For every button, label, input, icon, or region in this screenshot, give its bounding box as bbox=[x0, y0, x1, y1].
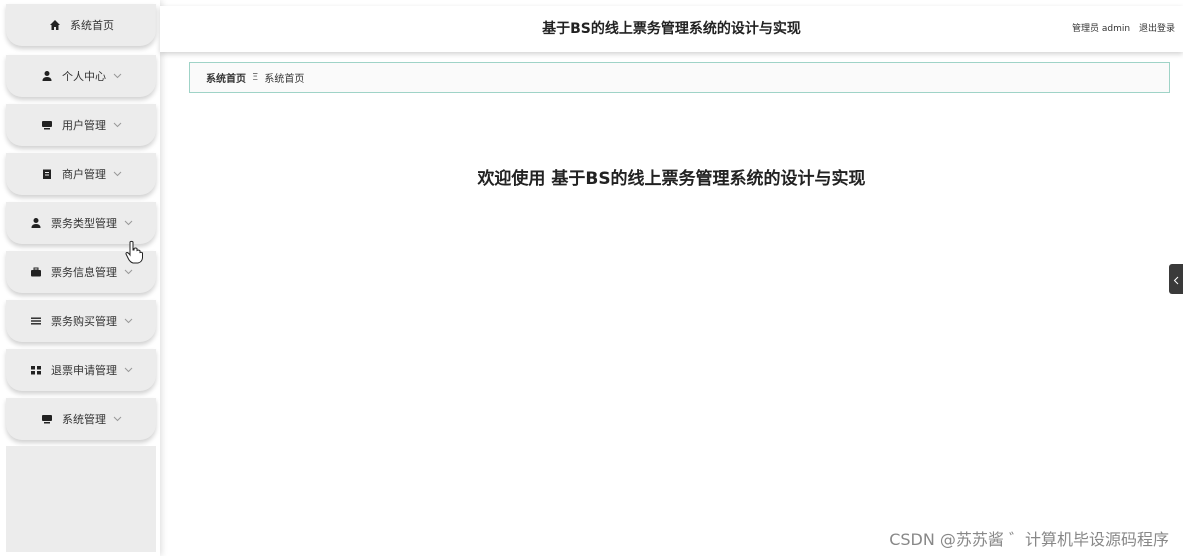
sidebar-filler bbox=[6, 446, 156, 552]
watermark-text: CSDN @苏苏酱 ゛计算机毕设源码程序 bbox=[889, 530, 1169, 549]
header-user-area: 管理员 admin 退出登录 bbox=[1066, 6, 1175, 52]
sidebar-item-ticket-types[interactable]: 票务类型管理 bbox=[6, 202, 156, 244]
sidebar-item-label: 系统管理 bbox=[62, 413, 106, 426]
top-header: 基于BS的线上票务管理系统的设计与实现 管理员 admin 退出登录 bbox=[160, 6, 1183, 52]
chevron-down-icon bbox=[112, 120, 122, 130]
sidebar: 系统首页 个人中心 用户管理 商户管理 票务类型管理 票务信息管理 票务购买管理… bbox=[0, 0, 160, 556]
list-icon bbox=[29, 314, 43, 328]
sidebar-item-ticket-purchase[interactable]: 票务购买管理 bbox=[6, 300, 156, 342]
welcome-heading: 欢迎使用 基于BS的线上票务管理系统的设计与实现 bbox=[477, 169, 866, 189]
sidebar-item-label: 票务购买管理 bbox=[51, 315, 117, 328]
chevron-down-icon bbox=[112, 71, 122, 81]
grid-icon bbox=[29, 363, 43, 377]
breadcrumb-current: 系统首页 bbox=[264, 74, 305, 85]
sidebar-item-label: 系统首页 bbox=[70, 19, 114, 32]
chevron-down-icon bbox=[112, 169, 122, 179]
user-icon bbox=[29, 216, 43, 230]
briefcase-icon bbox=[29, 265, 43, 279]
panel-collapse-handle[interactable] bbox=[1169, 264, 1183, 294]
breadcrumb: 系统首页 Ξ 系统首页 bbox=[189, 62, 1170, 93]
sidebar-item-label: 票务信息管理 bbox=[51, 266, 117, 279]
sidebar-item-users[interactable]: 用户管理 bbox=[6, 104, 156, 146]
clipboard-icon bbox=[40, 167, 54, 181]
sidebar-item-home[interactable]: 系统首页 bbox=[6, 4, 156, 46]
sidebar-item-system[interactable]: 系统管理 bbox=[6, 398, 156, 440]
sidebar-item-refund-requests[interactable]: 退票申请管理 bbox=[6, 349, 156, 391]
chevron-down-icon bbox=[123, 218, 133, 228]
chevron-down-icon bbox=[123, 365, 133, 375]
page-title: 基于BS的线上票务管理系统的设计与实现 bbox=[542, 21, 801, 37]
sidebar-item-profile[interactable]: 个人中心 bbox=[6, 55, 156, 97]
breadcrumb-separator: Ξ bbox=[252, 72, 259, 83]
pointer-cursor-icon bbox=[124, 240, 144, 268]
sidebar-item-label: 用户管理 bbox=[62, 119, 106, 132]
admin-user-label: 管理员 admin bbox=[1072, 24, 1131, 34]
logout-link[interactable]: 退出登录 bbox=[1139, 24, 1175, 34]
chevron-left-icon bbox=[1173, 270, 1179, 289]
breadcrumb-home-link[interactable]: 系统首页 bbox=[206, 70, 246, 85]
sidebar-item-label: 退票申请管理 bbox=[51, 364, 117, 377]
sidebar-item-label: 商户管理 bbox=[62, 168, 106, 181]
chevron-down-icon bbox=[123, 316, 133, 326]
monitor-icon bbox=[40, 412, 54, 426]
app-root: 系统首页 个人中心 用户管理 商户管理 票务类型管理 票务信息管理 票务购买管理… bbox=[0, 0, 1183, 556]
chevron-down-icon bbox=[112, 414, 122, 424]
sidebar-item-label: 个人中心 bbox=[62, 70, 106, 83]
home-icon bbox=[48, 18, 62, 32]
sidebar-item-merchants[interactable]: 商户管理 bbox=[6, 153, 156, 195]
chevron-down-icon bbox=[123, 267, 133, 277]
sidebar-item-label: 票务类型管理 bbox=[51, 217, 117, 230]
monitor-icon bbox=[40, 118, 54, 132]
user-icon bbox=[40, 69, 54, 83]
